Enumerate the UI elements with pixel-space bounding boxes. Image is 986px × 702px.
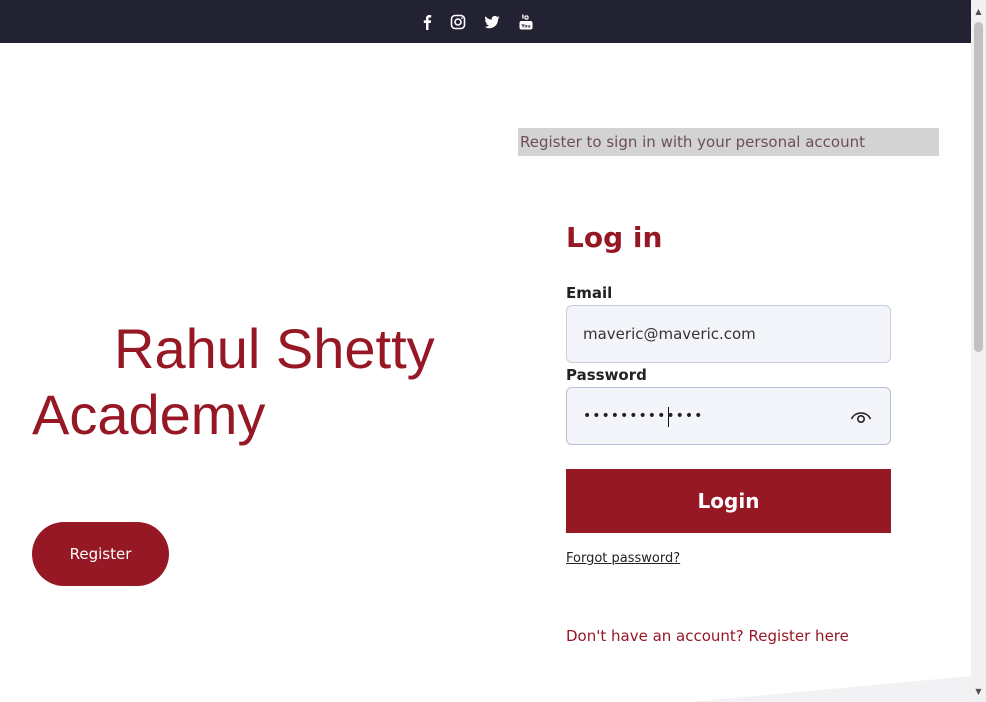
instagram-icon[interactable]	[449, 13, 467, 31]
register-here-link[interactable]: Don't have an account? Register here	[566, 627, 849, 645]
academy-title-line1: Rahul Shetty	[114, 317, 435, 380]
decorative-wave	[690, 676, 971, 702]
forgot-password-link[interactable]: Forgot password?	[566, 551, 680, 566]
login-title: Log in	[566, 221, 663, 254]
password-field[interactable]	[567, 407, 835, 425]
text-cursor	[668, 407, 669, 427]
svg-text:You: You	[520, 24, 530, 30]
facebook-icon[interactable]	[418, 13, 436, 31]
academy-title-line2: Academy	[32, 383, 266, 446]
register-button[interactable]: Register	[32, 522, 169, 586]
password-field-container	[566, 387, 891, 445]
eye-icon[interactable]	[850, 407, 872, 427]
email-field-container	[566, 305, 891, 363]
top-social-bar: You	[0, 0, 971, 43]
email-field[interactable]	[567, 324, 835, 344]
vertical-scrollbar[interactable]: ▲ ▼	[971, 0, 986, 702]
scroll-down-arrow-icon[interactable]: ▼	[971, 684, 986, 698]
scrollbar-thumb[interactable]	[974, 22, 983, 352]
register-info-banner: Register to sign in with your personal a…	[518, 128, 939, 156]
twitter-icon[interactable]	[483, 13, 501, 31]
youtube-icon[interactable]: You	[517, 13, 535, 31]
password-label: Password	[566, 366, 647, 384]
login-button[interactable]: Login	[566, 469, 891, 533]
scroll-up-arrow-icon[interactable]: ▲	[971, 4, 986, 18]
email-label: Email	[566, 284, 613, 302]
academy-title: Rahul Shetty Academy	[32, 316, 472, 448]
